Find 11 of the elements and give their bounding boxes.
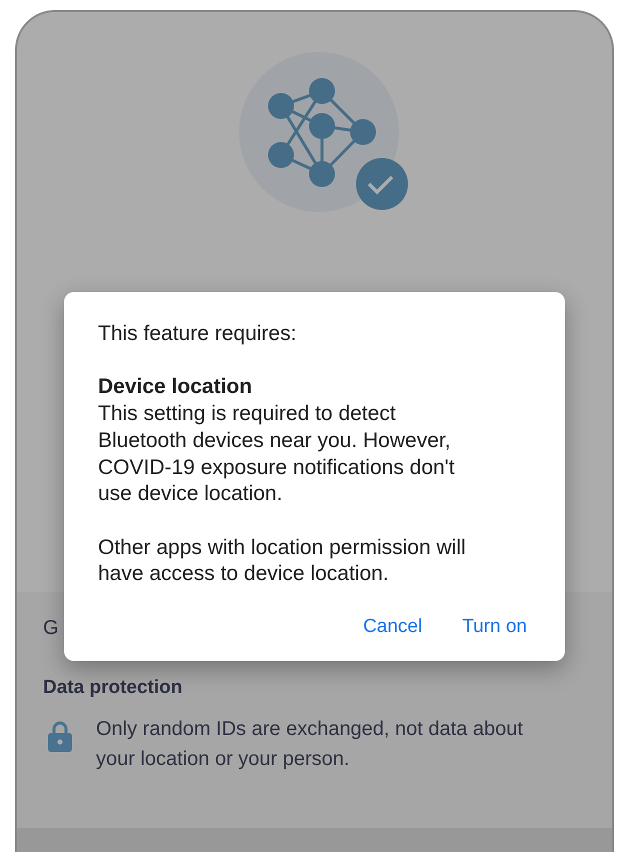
section-label: G (43, 616, 59, 640)
dialog-button[interactable]: Cancel (357, 610, 428, 645)
dialog-button[interactable]: Turn on (456, 610, 533, 645)
network-icon (268, 78, 376, 187)
privacy-notice: Only random IDs are exchanged, not data about your location or your person. (96, 717, 524, 772)
dialog-note: Other apps with location permission will have access to device location. (98, 534, 467, 588)
dialog-message: This setting is required to detect Bluetooth devices near you. However, COVID-19 exposure notifications don't use device location. (98, 401, 456, 508)
dialog-title: Device location (98, 374, 254, 400)
dialog-intro: This feature requires: (98, 321, 298, 347)
lock-icon (48, 720, 72, 752)
section-heading: Data protection (43, 676, 184, 700)
